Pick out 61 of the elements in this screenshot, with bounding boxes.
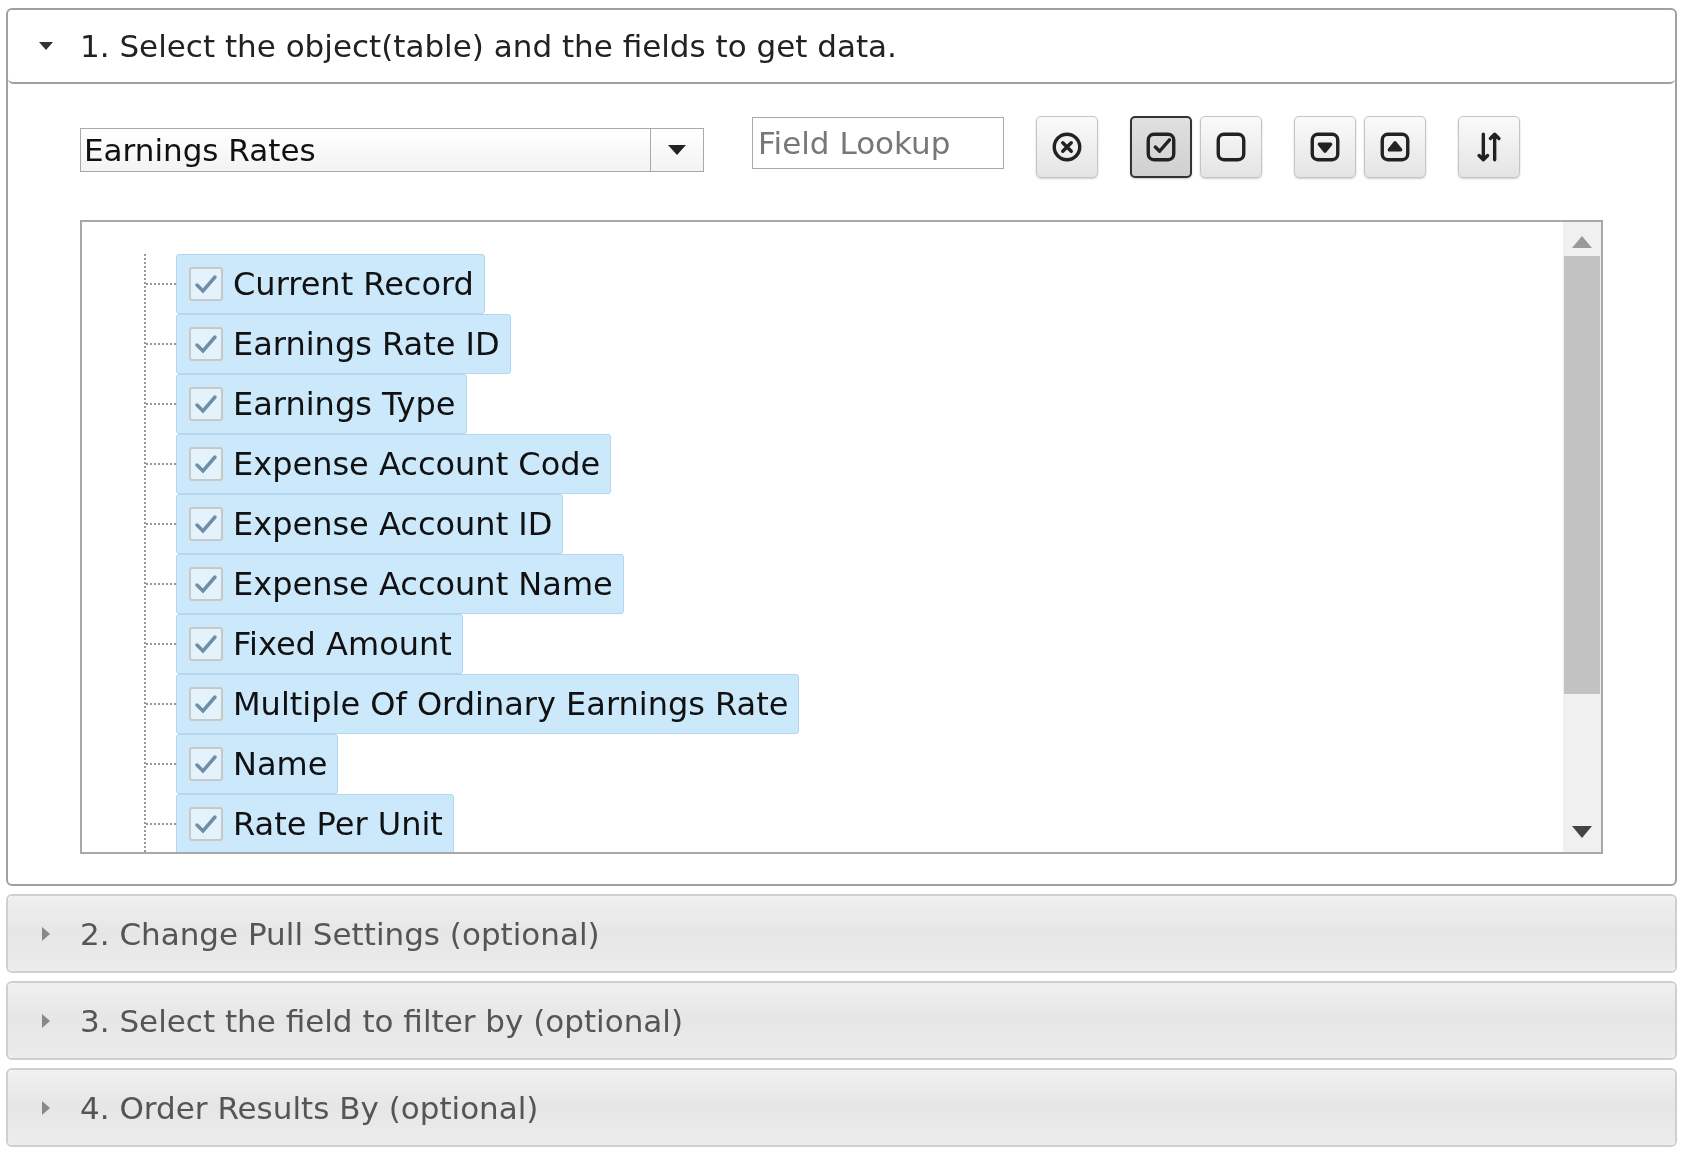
tree-item[interactable]: Name: [176, 734, 339, 794]
checkmark-icon: [194, 274, 218, 294]
down-triangle-square-icon: [1308, 130, 1342, 164]
checkbox-checked-icon: [1144, 130, 1178, 164]
field-label: Expense Account Name: [233, 565, 613, 603]
field-label: Earnings Type: [233, 385, 456, 423]
accordion-title: 4. Order Results By (optional): [80, 1089, 539, 1126]
checkmark-icon: [194, 574, 218, 594]
tree-item[interactable]: Fixed Amount: [176, 614, 463, 674]
tree-item[interactable]: Expense Account Code: [176, 434, 612, 494]
checkbox[interactable]: [189, 327, 223, 361]
tree-item[interactable]: Rate Per Unit: [176, 794, 454, 852]
checkmark-icon: [194, 454, 218, 474]
tree-item[interactable]: Earnings Rate ID: [176, 314, 511, 374]
scroll-down-icon[interactable]: [1572, 826, 1592, 838]
checkbox[interactable]: [189, 447, 223, 481]
field-label: Multiple Of Ordinary Earnings Rate: [233, 685, 789, 723]
field-label: Expense Account ID: [233, 505, 553, 543]
up-triangle-square-icon: [1378, 130, 1412, 164]
checkbox[interactable]: [189, 687, 223, 721]
checkbox[interactable]: [189, 807, 223, 841]
accordion-title: 1. Select the object(table) and the fields to get data.: [80, 28, 897, 64]
tree-item[interactable]: Current Record: [176, 254, 485, 314]
checkmark-icon: [194, 814, 218, 834]
field-label: Current Record: [233, 265, 474, 303]
checkbox[interactable]: [189, 567, 223, 601]
checkmark-icon: [194, 754, 218, 774]
accordion-header[interactable]: 3. Select the field to filter by (optional): [8, 983, 1675, 1058]
checkmark-icon: [194, 694, 218, 714]
checkmark-icon: [194, 334, 218, 354]
checkbox[interactable]: [189, 627, 223, 661]
checkmark-icon: [194, 394, 218, 414]
accordion-header[interactable]: 4. Order Results By (optional): [8, 1070, 1675, 1145]
checkmark-icon: [194, 514, 218, 534]
field-label: Rate Per Unit: [233, 805, 443, 843]
caret-down-icon: [668, 145, 686, 155]
field-label: Expense Account Code: [233, 445, 601, 483]
field-label: Name: [233, 745, 328, 783]
field-label: Fixed Amount: [233, 625, 452, 663]
tree-item[interactable]: Expense Account Name: [176, 554, 624, 614]
field-label: Earnings Rate ID: [233, 325, 500, 363]
object-dropdown[interactable]: Earnings Rates: [80, 128, 704, 172]
checkbox[interactable]: [189, 387, 223, 421]
accordion-title: 3. Select the field to filter by (optional): [80, 1002, 684, 1039]
checkbox[interactable]: [189, 747, 223, 781]
accordion-title: 2. Change Pull Settings (optional): [80, 915, 600, 952]
tree-item[interactable]: Expense Account ID: [176, 494, 564, 554]
scrollbar[interactable]: [1563, 222, 1601, 852]
field-lookup-input[interactable]: Field Lookup: [752, 117, 1004, 169]
accordion-header[interactable]: 1. Select the object(table) and the fields to get data.: [8, 10, 1675, 84]
checkmark-icon: [194, 634, 218, 654]
close-circle-icon: [1050, 130, 1084, 164]
tree-item[interactable]: Multiple Of Ordinary Earnings Rate: [176, 674, 800, 734]
checkbox[interactable]: [189, 507, 223, 541]
tree-item[interactable]: Earnings Type: [176, 374, 467, 434]
checkbox-empty-icon: [1214, 130, 1248, 164]
scrollbar-thumb[interactable]: [1564, 256, 1600, 694]
scroll-up-icon[interactable]: [1572, 236, 1592, 248]
accordion-header[interactable]: 2. Change Pull Settings (optional): [8, 896, 1675, 971]
toolbar-button[interactable]: [1130, 116, 1192, 178]
checkbox[interactable]: [189, 267, 223, 301]
